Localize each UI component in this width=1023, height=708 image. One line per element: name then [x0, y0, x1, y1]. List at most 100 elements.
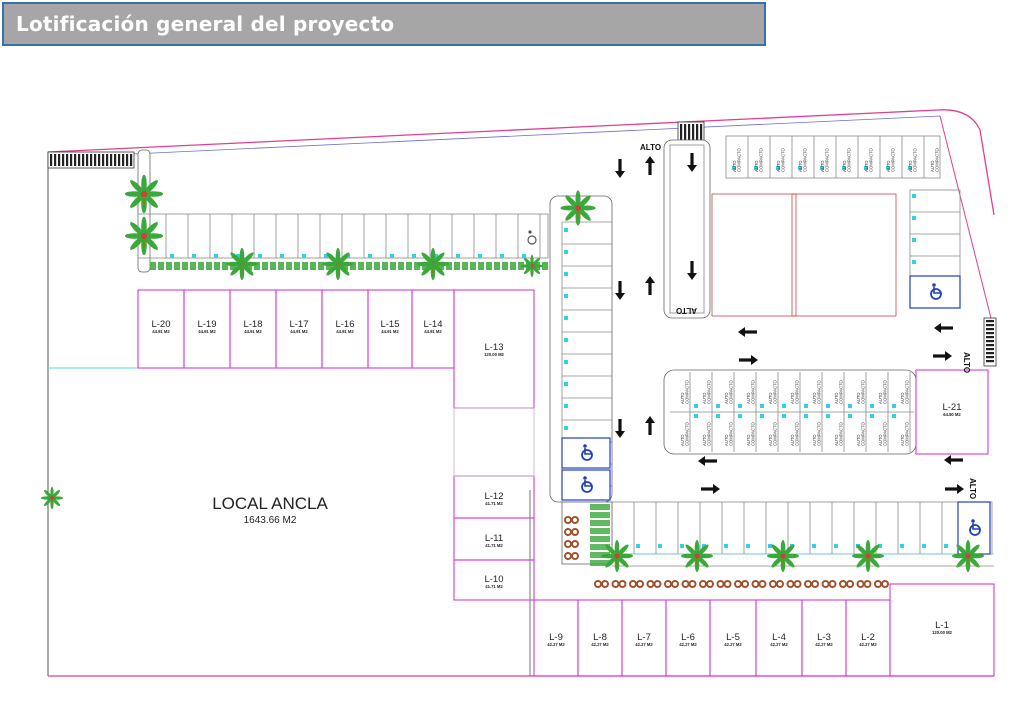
- accessible-parking-icon: [909, 275, 961, 309]
- planter-icon: [734, 580, 749, 588]
- lot-area: 44.91 M2: [290, 329, 308, 334]
- crosswalks: [47, 121, 997, 367]
- anchor-area: 1643.66 M2: [244, 515, 297, 526]
- compact-stall-label: AUTOCOMPACTO: [908, 147, 918, 172]
- traffic-arrow-icon: [615, 159, 625, 178]
- planter-icon: [804, 580, 819, 588]
- compact-stall-label: AUTOCOMPACTO: [798, 147, 808, 172]
- lot-area: 44.91 M2: [152, 329, 170, 334]
- lot-l-3: L-342.27 M2: [801, 599, 847, 677]
- site-plan: AUTOCOMPACTO AUTOCOMPACTO AUTOCOMPACTO AUTO…: [40, 109, 997, 677]
- planter-icon: [716, 580, 732, 588]
- palm-tree-icon: [40, 486, 64, 510]
- lot-area: 44.91 M2: [381, 329, 399, 334]
- traffic-arrow-icon: [645, 276, 655, 295]
- alto-label-4: ALTO: [968, 478, 977, 499]
- planter-icon: [874, 580, 889, 588]
- lot-l-19: L-1944.91 M2: [183, 289, 231, 369]
- palm-tree-icon: [767, 540, 799, 572]
- palm-tree-icon: [681, 540, 713, 572]
- compact-stall-label: AUTOCOMPACTO: [842, 147, 852, 172]
- lot-l-10: L-1041.71 M2: [453, 559, 535, 601]
- lot-l-16: L-1644.91 M2: [321, 289, 369, 369]
- compact-stall-label: AUTOCOMPACTO: [864, 147, 874, 172]
- lot-l-8: L-842.27 M2: [577, 599, 623, 677]
- lot-l-9: L-942.27 M2: [533, 599, 579, 677]
- planter-icon: [664, 580, 679, 588]
- traffic-arrow-icon: [645, 156, 655, 175]
- planter-icon: [751, 580, 767, 588]
- alto-label-2: ALTO: [676, 306, 697, 315]
- palm-tree-icon: [124, 174, 164, 214]
- lot-l-12: L-1241.71 M2: [453, 475, 535, 519]
- lot-area: 44.91 M2: [244, 329, 262, 334]
- palm-tree-icon: [952, 540, 984, 572]
- planter-icon: [821, 580, 837, 588]
- planter-icon: [856, 580, 872, 588]
- accessible-parking-icon: [527, 230, 537, 245]
- traffic-arrow-icon: [615, 419, 625, 438]
- compact-stall-label: AUTOCOMPACTO: [930, 147, 940, 172]
- lot-area: 42.27 M2: [859, 642, 877, 647]
- traffic-arrow-icon: [701, 484, 720, 494]
- accessible-parking-icon: [561, 469, 611, 501]
- lot-area: 42.27 M2: [547, 642, 565, 647]
- lot-l-14: L-1444.91 M2: [411, 289, 455, 369]
- lot-l-4: L-442.27 M2: [755, 599, 803, 677]
- traffic-arrow-icon: [944, 455, 963, 465]
- traffic-arrow-icon: [934, 323, 953, 333]
- lot-area: 44.91 M2: [198, 329, 216, 334]
- traffic-arrow-icon: [645, 416, 655, 435]
- lot-area: 42.27 M2: [724, 642, 742, 647]
- lot-area: 42.27 M2: [679, 642, 697, 647]
- traffic-arrow-icon: [945, 484, 964, 494]
- lot-l-21: L-2164.80 M2: [915, 369, 989, 455]
- compact-stall-label: AUTOCOMPACTO: [732, 147, 742, 172]
- lot-l-11: L-1141.71 M2: [453, 517, 535, 561]
- lot-area: 41.71 M2: [485, 501, 503, 506]
- traffic-arrow-icon: [738, 327, 757, 337]
- lot-area: 42.27 M2: [770, 642, 788, 647]
- anchor-name: LOCAL ANCLA: [212, 494, 328, 513]
- planter-icon: [611, 580, 627, 588]
- compact-stall-label: AUTOCOMPACTO: [754, 147, 764, 172]
- planter-icon: [629, 580, 644, 588]
- lot-l-2: L-242.27 M2: [845, 599, 891, 677]
- lot-l-17: L-1744.91 M2: [275, 289, 323, 369]
- traffic-arrow-icon: [933, 351, 952, 361]
- lot-area: 44.91 M2: [336, 329, 354, 334]
- lot-l-18: L-1844.91 M2: [229, 289, 277, 369]
- lot-l-7: L-742.27 M2: [621, 599, 667, 677]
- traffic-arrow-icon: [615, 281, 625, 300]
- hedge: [150, 262, 610, 566]
- lot-area: 64.80 M2: [943, 412, 961, 417]
- lot-area: 41.71 M2: [485, 543, 503, 548]
- planter-icon: [769, 580, 784, 588]
- lot-l-1: L-1120.00 M2: [889, 583, 995, 677]
- planter-icon: [594, 580, 609, 588]
- planter-icon: [699, 580, 714, 588]
- lot-l-15: L-1544.91 M2: [367, 289, 413, 369]
- compact-stall-label: AUTOCOMPACTO: [776, 147, 786, 172]
- lot-l-13: L-13120.00 M2: [453, 289, 535, 409]
- lot-area: 42.27 M2: [815, 642, 833, 647]
- traffic-arrow-icon: [698, 456, 717, 466]
- palm-tree-icon: [560, 190, 596, 226]
- planter-icon: [681, 580, 697, 588]
- palm-tree-icon: [124, 216, 164, 256]
- lot-area: 44.91 M2: [424, 329, 442, 334]
- planter-icon: [646, 580, 662, 588]
- lot-area: 41.71 M2: [485, 584, 503, 589]
- accessible-parking-icon: [957, 501, 991, 555]
- anchor-store: LOCAL ANCLA 1643.66 M2: [212, 494, 328, 526]
- lot-area: 120.00 M2: [484, 352, 504, 357]
- lot-area: 42.27 M2: [635, 642, 653, 647]
- alto-label-1: ALTO: [640, 143, 661, 152]
- accessible-parking-icon: [561, 437, 611, 469]
- lot-area: 42.27 M2: [591, 642, 609, 647]
- compact-stall-label: AUTOCOMPACTO: [820, 147, 830, 172]
- traffic-arrow-icon: [739, 355, 758, 365]
- lot-area: 120.00 M2: [932, 630, 952, 635]
- lot-l-6: L-642.27 M2: [665, 599, 711, 677]
- lot-l-20: L-2044.91 M2: [137, 289, 185, 369]
